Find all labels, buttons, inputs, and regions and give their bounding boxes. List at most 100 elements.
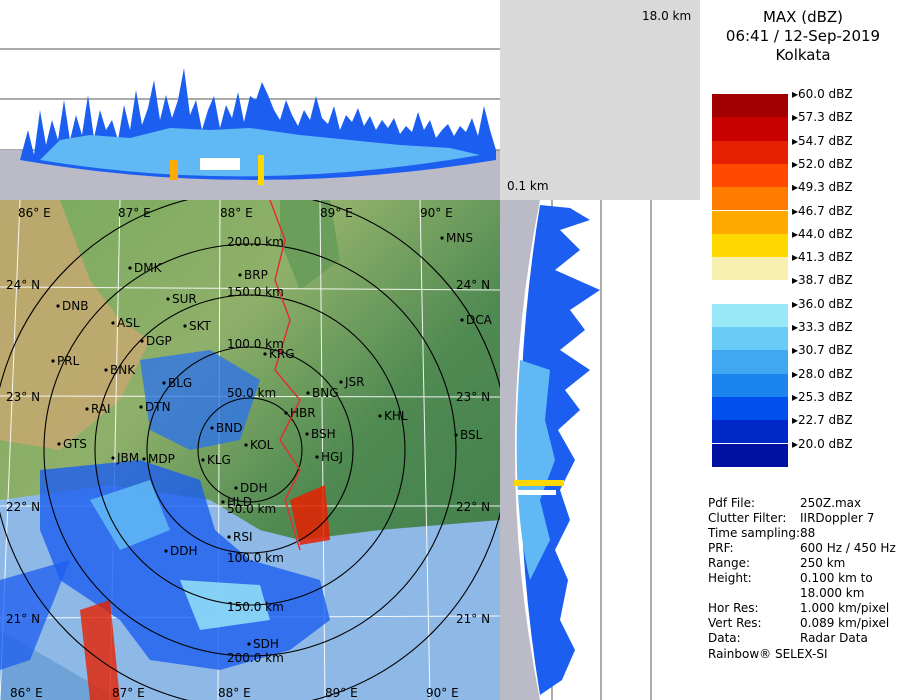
scale-swatch xyxy=(712,396,788,421)
station-label: DGP xyxy=(146,334,172,348)
east-west-profile-panel xyxy=(500,200,700,700)
lon-label-top: 86° E xyxy=(18,206,51,220)
profile-graphic xyxy=(0,48,500,200)
scale-label: ▸30.7 dBZ xyxy=(792,343,853,358)
range-ring-label-bottom: 200.0 km xyxy=(227,651,284,665)
scale-label: ▸60.0 dBZ xyxy=(792,87,853,101)
scale-swatch xyxy=(712,117,788,141)
lat-label-right: 21° N xyxy=(456,612,490,626)
scale-swatch xyxy=(712,233,788,258)
info-value: 18.000 km xyxy=(800,586,865,600)
scale-swatch xyxy=(712,163,788,188)
info-value: 600 Hz / 450 Hz xyxy=(800,541,896,555)
radar-map: 86° E 87° E 88° E 89° E 90° E 86° E 87° E 88° … xyxy=(0,200,500,700)
station-label: HBR xyxy=(290,406,316,420)
station-marker xyxy=(460,318,464,322)
lat-label-left: 24° N xyxy=(6,278,40,292)
station-label: PRL xyxy=(57,354,80,368)
lon-label-top: 88° E xyxy=(220,206,253,220)
station-marker xyxy=(454,433,458,437)
station-marker xyxy=(166,297,170,301)
station-marker xyxy=(263,352,267,356)
station-marker xyxy=(221,500,225,504)
top-right-corner: 18.0 km 0.1 km xyxy=(500,0,700,200)
lat-label-right: 23° N xyxy=(456,390,490,404)
range-ring-label-bottom: 150.0 km xyxy=(227,600,284,614)
station-label: BLG xyxy=(168,376,192,390)
station-label: DTN xyxy=(145,400,171,414)
scale-label: ▸25.3 dBZ xyxy=(792,389,853,404)
lat-label-right: 24° N xyxy=(456,278,490,292)
station-label: SDH xyxy=(253,637,279,651)
station-label: DDH xyxy=(170,544,198,558)
scale-label: ▸22.7 dBZ xyxy=(792,413,853,428)
station-marker xyxy=(315,455,319,459)
station-label: KOL xyxy=(250,438,274,452)
station-label: DDH xyxy=(240,481,268,495)
scale-label: ▸52.0 dBZ xyxy=(792,156,853,171)
range-ring-label-top: 200.0 km xyxy=(227,235,284,249)
station-label: BNK xyxy=(110,363,136,377)
station-marker xyxy=(162,381,166,385)
info-key: Data: xyxy=(708,631,741,645)
lon-label-top: 87° E xyxy=(118,206,151,220)
station-marker xyxy=(56,304,60,308)
station-label: BSL xyxy=(460,428,483,442)
station-marker xyxy=(201,458,205,462)
station-label: KLG xyxy=(207,453,231,467)
station-marker xyxy=(51,359,55,363)
info-value: 250 km xyxy=(800,556,846,570)
range-ring-label-top: 150.0 km xyxy=(227,285,284,299)
scale-swatch xyxy=(712,187,788,211)
north-south-profile-panel xyxy=(0,0,500,200)
scale-label: ▸44.0 dBZ xyxy=(792,226,853,241)
info-value: 0.089 km/pixel xyxy=(800,616,890,630)
scale-swatch xyxy=(712,350,788,374)
station-marker xyxy=(238,273,242,277)
station-marker xyxy=(210,426,214,430)
station-marker xyxy=(85,407,89,411)
scale-label: ▸20.0 dBZ xyxy=(792,436,853,451)
lon-label-top: 89° E xyxy=(320,206,353,220)
scale-swatch xyxy=(712,94,788,118)
station-label: SUR xyxy=(172,292,197,306)
station-label: SKT xyxy=(189,319,212,333)
station-marker xyxy=(227,535,231,539)
scale-swatch xyxy=(712,443,788,467)
station-label: HGJ xyxy=(321,450,343,464)
station-label: GTS xyxy=(63,437,87,451)
station-marker xyxy=(104,368,108,372)
station-marker xyxy=(111,321,115,325)
scale-swatch xyxy=(712,210,788,234)
station-marker xyxy=(164,549,168,553)
scale-label: ▸33.3 dBZ xyxy=(792,320,853,334)
station-marker xyxy=(234,486,238,490)
lat-label-left: 22° N xyxy=(6,500,40,514)
station-marker xyxy=(128,266,132,270)
scale-label: ▸38.7 dBZ xyxy=(792,273,853,288)
station-marker xyxy=(305,432,309,436)
scale-label: ▸36.0 dBZ xyxy=(792,296,853,311)
lon-label-bottom: 89° E xyxy=(325,686,358,700)
scale-label: ▸28.0 dBZ xyxy=(792,366,853,381)
scale-swatch xyxy=(712,257,788,281)
lon-label-bottom: 88° E xyxy=(218,686,251,700)
info-value: Radar Data xyxy=(800,631,868,645)
lon-label-bottom: 90° E xyxy=(426,686,459,700)
station-label: MNS xyxy=(446,231,473,245)
station-marker xyxy=(306,391,310,395)
station-marker xyxy=(140,339,144,343)
station-label: DNB xyxy=(62,299,88,313)
station-label: HLD xyxy=(227,495,252,509)
lon-label-bottom: 86° E xyxy=(10,686,43,700)
scale-swatch xyxy=(712,280,788,304)
station-marker xyxy=(244,443,248,447)
range-ring-label-bottom: 100.0 km xyxy=(227,551,284,565)
scale-label: ▸49.3 dBZ xyxy=(792,180,853,195)
info-key: Range: xyxy=(708,556,751,570)
station-label: KHL xyxy=(384,409,408,423)
lat-label-right: 22° N xyxy=(456,500,490,514)
ppi-map-panel: 86° E 87° E 88° E 89° E 90° E 86° E 87° E 88° … xyxy=(0,200,500,700)
station-label: BNG xyxy=(312,386,339,400)
lat-label-left: 21° N xyxy=(6,612,40,626)
